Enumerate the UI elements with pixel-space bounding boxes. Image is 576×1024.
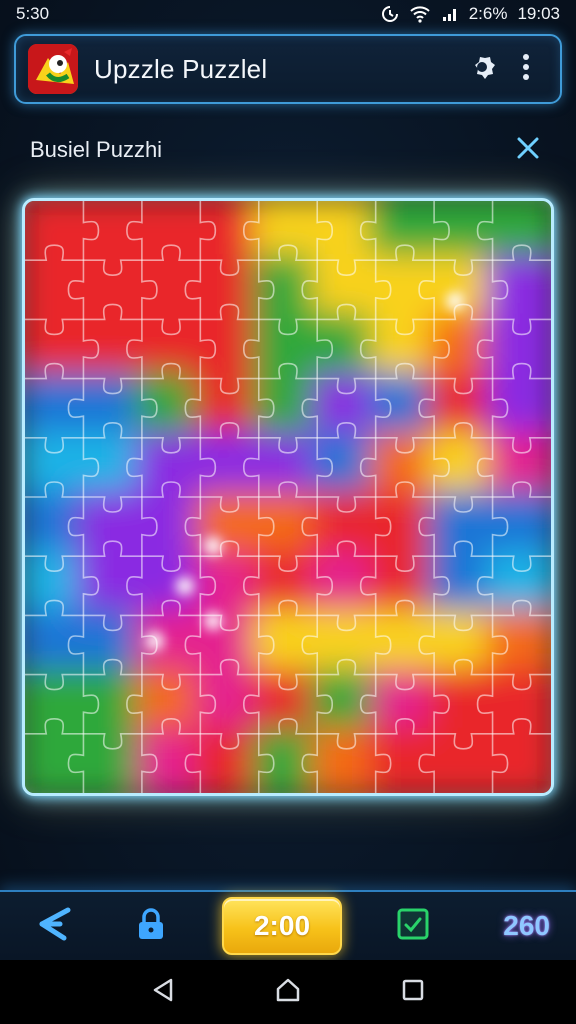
nav-home-button[interactable] — [264, 968, 312, 1016]
battery-percent: 2:6% — [468, 4, 508, 23]
sparkle-highlight — [176, 577, 194, 595]
signal-icon — [441, 5, 459, 23]
score-counter: 260 — [503, 910, 550, 941]
sparkle-highlight — [146, 632, 164, 650]
puzzle-header: Busiel Puzzhi — [30, 132, 546, 168]
more-vert-icon — [521, 53, 531, 86]
puzzle-board-canvas[interactable] — [25, 201, 551, 793]
sync-icon — [381, 5, 399, 23]
status-right-group: 2:6% 19:03 — [381, 4, 560, 24]
share-button[interactable] — [28, 900, 80, 952]
timer-button[interactable]: 2:00 — [222, 897, 342, 955]
nav-back-button[interactable] — [139, 968, 187, 1016]
check-square-icon — [396, 907, 430, 946]
home-icon — [275, 977, 301, 1008]
more-options-button[interactable] — [504, 47, 548, 91]
status-time-left: 5:30 — [16, 4, 50, 23]
puzzle-piece-color — [486, 727, 551, 793]
system-nav-bar — [0, 960, 576, 1024]
status-bar: 5:30 2:6% 19:03 — [0, 0, 576, 28]
wifi-icon — [409, 5, 431, 23]
nav-recents-button[interactable] — [389, 968, 437, 1016]
sparkle-highlight — [204, 612, 222, 630]
recents-square-icon — [401, 978, 425, 1007]
app-bar: Upzzle Puzzlel — [14, 34, 562, 104]
lock-icon — [135, 907, 167, 946]
puzzle-title: Busiel Puzzhi — [30, 137, 163, 162]
check-button[interactable] — [387, 900, 439, 952]
lock-button[interactable] — [125, 900, 177, 952]
settings-gear-button[interactable] — [460, 47, 504, 91]
sparkle-highlight — [204, 537, 222, 555]
share-arrow-icon — [34, 904, 74, 949]
settings-gear-icon — [466, 51, 498, 88]
bottom-toolbar: 2:00 260 — [0, 890, 576, 960]
app-logo-icon[interactable] — [28, 44, 78, 94]
sparkle-highlight — [446, 292, 464, 310]
close-icon — [516, 136, 540, 165]
status-time-right: 19:03 — [517, 4, 560, 23]
puzzle-board[interactable] — [22, 198, 554, 796]
back-triangle-icon — [151, 977, 175, 1008]
app-title: Upzzle Puzzlel — [94, 53, 268, 84]
close-button[interactable] — [510, 132, 546, 168]
